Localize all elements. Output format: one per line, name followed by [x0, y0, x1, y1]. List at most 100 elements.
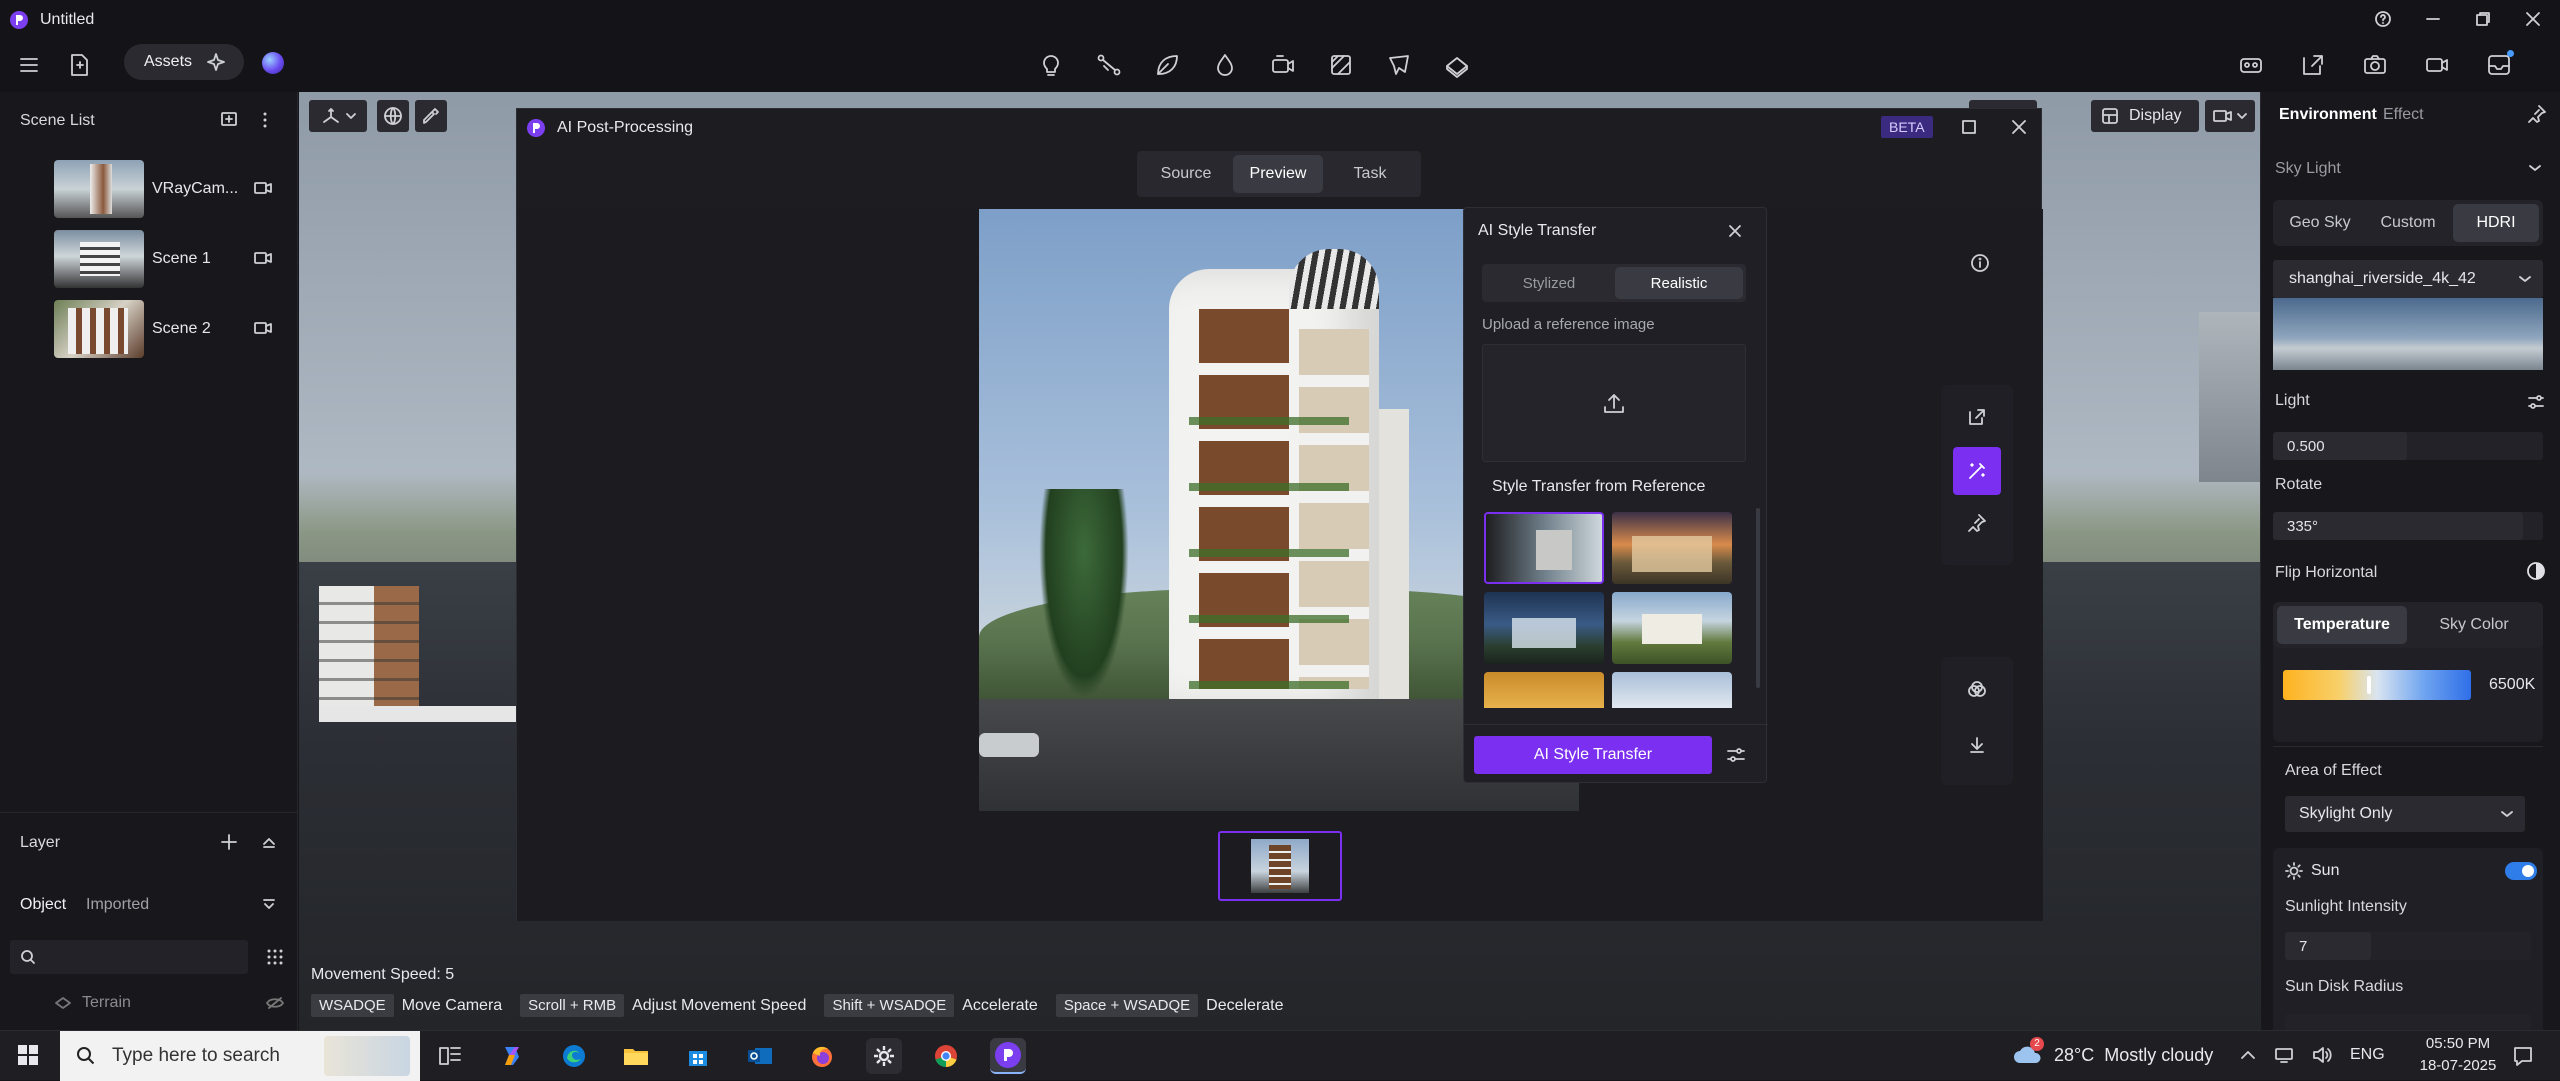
rotate-value[interactable]: 335°	[2273, 512, 2523, 540]
scene-item[interactable]: VRayCam...	[0, 154, 298, 224]
sliders-icon[interactable]	[2527, 394, 2545, 410]
firefox-icon[interactable]	[804, 1038, 840, 1074]
hdri-select[interactable]: shanghai_riverside_4k_42	[2273, 260, 2543, 298]
ai-magic-button[interactable]	[1953, 447, 2001, 495]
scene-item[interactable]: Scene 2	[0, 294, 298, 364]
sunlight-intensity-value[interactable]: 7	[2285, 932, 2371, 960]
temperature-tab[interactable]: Temperature	[2277, 606, 2407, 644]
outlook-icon[interactable]	[742, 1038, 778, 1074]
transform-tool-dropdown[interactable]	[309, 100, 367, 132]
vr-view-icon[interactable]	[2238, 52, 2264, 78]
realistic-option[interactable]: Realistic	[1615, 267, 1743, 299]
rotate-slider[interactable]: 335°	[2273, 512, 2543, 540]
task-view-icon[interactable]	[432, 1038, 468, 1074]
reference-thumbnail[interactable]	[1612, 512, 1732, 584]
layer-search-input[interactable]	[10, 940, 248, 974]
reference-thumbnail-selected[interactable]	[1484, 512, 1604, 584]
chevron-up-icon[interactable]	[2240, 1047, 2256, 1063]
visibility-hidden-icon[interactable]	[266, 996, 284, 1010]
pipette-icon[interactable]	[415, 100, 447, 132]
tab-preview[interactable]: Preview	[1233, 155, 1323, 193]
gallery-scrollbar[interactable]	[1756, 508, 1760, 688]
weather-widget[interactable]: 2 28°C Mostly cloudy	[2012, 1037, 2213, 1069]
share-image-icon[interactable]	[2300, 52, 2326, 78]
close-window-button[interactable]	[2524, 10, 2542, 28]
geo-sky-option[interactable]: Geo Sky	[2277, 204, 2363, 242]
temperature-slider[interactable]	[2283, 670, 2471, 700]
slider-handle[interactable]	[2367, 676, 2371, 694]
animation-camera-icon[interactable]	[1270, 52, 1296, 78]
render-queue-icon[interactable]	[2486, 50, 2514, 78]
grid-view-icon[interactable]	[266, 948, 284, 966]
video-render-icon[interactable]	[2424, 52, 2450, 78]
copilot-icon[interactable]	[494, 1038, 530, 1074]
ai-sparkle-icon[interactable]	[206, 52, 226, 72]
path-tool-icon[interactable]	[1096, 52, 1122, 78]
stylized-option[interactable]: Stylized	[1485, 267, 1613, 299]
language-indicator[interactable]: ENG	[2350, 1046, 2385, 1064]
file-explorer-icon[interactable]	[618, 1038, 654, 1074]
menu-icon[interactable]	[18, 54, 40, 76]
ai-style-transfer-button[interactable]: AI Style Transfer	[1474, 736, 1712, 774]
hdri-option[interactable]: HDRI	[2453, 204, 2539, 242]
sun-toggle[interactable]	[2505, 862, 2537, 880]
layers-icon[interactable]	[1967, 679, 1987, 699]
sky-color-tab[interactable]: Sky Color	[2409, 606, 2539, 644]
flip-toggle-icon[interactable]	[2525, 560, 2547, 582]
close-icon[interactable]	[2011, 119, 2027, 135]
filmstrip-thumbnail[interactable]	[1218, 831, 1342, 901]
start-button[interactable]	[10, 1037, 46, 1073]
add-layer-icon[interactable]	[220, 833, 238, 851]
tab-environment[interactable]: Environment	[2279, 106, 2377, 124]
scene-item[interactable]: Scene 1	[0, 224, 298, 294]
tab-task[interactable]: Task	[1325, 155, 1415, 193]
edge-browser-icon[interactable]	[556, 1038, 592, 1074]
water-drop-icon[interactable]	[1212, 52, 1238, 78]
view-mode-dropdown[interactable]	[2205, 100, 2255, 132]
settings-sliders-icon[interactable]	[1726, 746, 1746, 764]
hdri-preview[interactable]	[2273, 298, 2543, 370]
sunlight-intensity-slider[interactable]: 7	[2285, 932, 2531, 960]
ai-orb-icon[interactable]	[262, 52, 284, 74]
taskbar-search[interactable]: Type here to search	[60, 1031, 420, 1081]
custom-option[interactable]: Custom	[2365, 204, 2451, 242]
assets-toggle[interactable]: Assets	[124, 44, 244, 80]
area-of-effect-select[interactable]: Skylight Only	[2285, 796, 2525, 832]
reference-thumbnail[interactable]	[1484, 592, 1604, 664]
material-icon[interactable]	[1328, 52, 1354, 78]
tab-source[interactable]: Source	[1141, 155, 1231, 193]
layer-row[interactable]: Terrain	[0, 988, 298, 1018]
network-icon[interactable]	[2274, 1047, 2294, 1063]
reference-thumbnail[interactable]	[1484, 672, 1604, 708]
upload-dropzone[interactable]	[1482, 344, 1746, 462]
reference-thumbnail[interactable]	[1612, 672, 1732, 708]
pin-tool-icon[interactable]	[1967, 513, 1987, 533]
filter-icon[interactable]	[262, 898, 276, 910]
tab-effect[interactable]: Effect	[2383, 106, 2424, 124]
microsoft-store-icon[interactable]	[680, 1038, 716, 1074]
clock[interactable]: 05:50 PM 18-07-2025	[2410, 1035, 2506, 1074]
notification-icon[interactable]	[2512, 1045, 2534, 1067]
light-value[interactable]: 0.500	[2273, 432, 2407, 460]
maximize-icon[interactable]	[1961, 119, 1977, 135]
collapse-icon[interactable]	[262, 836, 276, 848]
display-button[interactable]: Display	[2091, 100, 2199, 132]
download-icon[interactable]	[1967, 735, 1987, 755]
chrome-icon[interactable]	[928, 1038, 964, 1074]
pin-icon[interactable]	[2527, 104, 2547, 124]
camera-icon[interactable]	[254, 181, 272, 195]
camera-icon[interactable]	[254, 251, 272, 265]
export-image-icon[interactable]	[1967, 407, 1987, 427]
minimize-button[interactable]	[2424, 10, 2442, 28]
screenshot-camera-icon[interactable]	[2362, 52, 2388, 78]
light-slider[interactable]: 0.500	[2273, 432, 2543, 460]
restore-button[interactable]	[2474, 10, 2492, 28]
reference-thumbnail[interactable]	[1612, 592, 1732, 664]
sun-disk-radius-slider[interactable]	[2285, 1014, 2531, 1030]
d5-render-app-icon[interactable]	[990, 1038, 1026, 1074]
camera-icon[interactable]	[254, 321, 272, 335]
tab-imported[interactable]: Imported	[86, 896, 149, 914]
light-bulb-icon[interactable]	[1038, 52, 1064, 78]
section-plane-icon[interactable]	[1386, 52, 1412, 78]
assets-button[interactable]: Assets	[144, 53, 192, 71]
